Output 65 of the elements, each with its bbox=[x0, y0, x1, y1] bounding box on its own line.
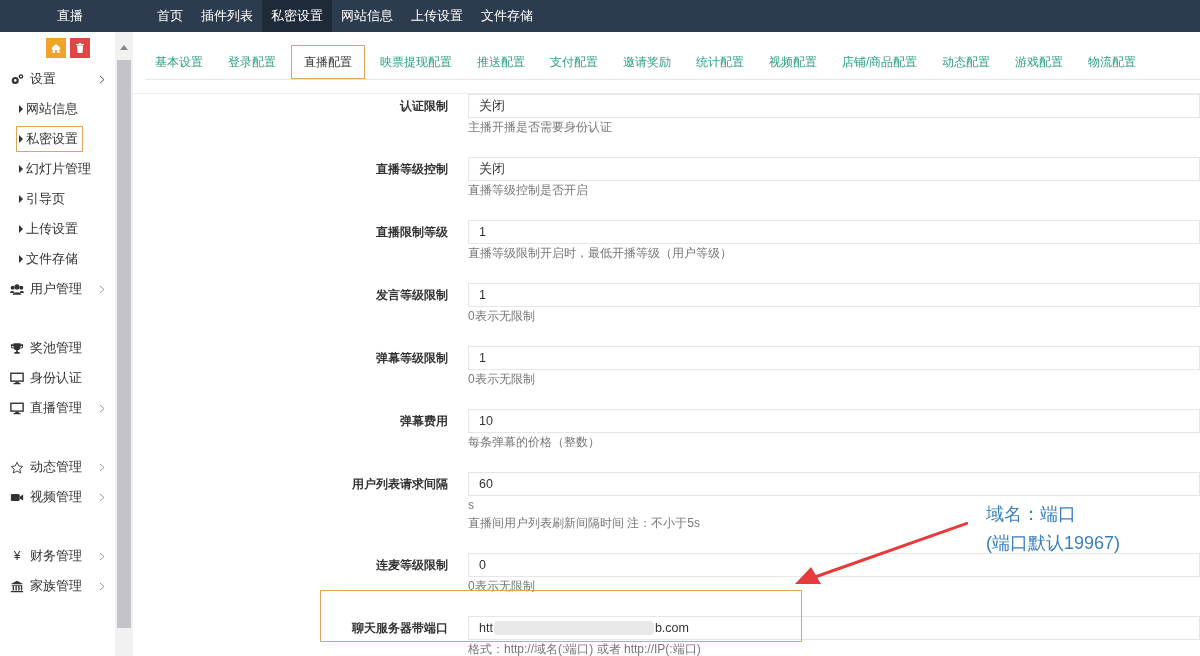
field-label: 发言等级限制 bbox=[375, 287, 448, 304]
help-text: 直播间用户列表刷新间隔时间 注：不小于5s bbox=[468, 515, 700, 532]
annotation-text: (端口默认19967) bbox=[986, 532, 1121, 555]
sidebar-item[interactable]: 直播管理 bbox=[0, 393, 115, 423]
settings-tab[interactable]: 基本设置 bbox=[145, 45, 213, 79]
field-label: 聊天服务器带端口 bbox=[350, 620, 448, 637]
brand-title: 直播 bbox=[56, 7, 84, 25]
field-label: 弹幕等级限制 bbox=[375, 350, 448, 367]
sidebar-subitem[interactable]: 幻灯片管理 bbox=[16, 156, 96, 182]
input-field[interactable]: 0 bbox=[468, 553, 1200, 577]
settings-tab[interactable]: 动态配置 bbox=[932, 45, 1001, 79]
help-text: 每条弹幕的价格（整数） bbox=[468, 434, 600, 451]
sidebar-item[interactable]: 奖池管理 bbox=[0, 333, 115, 363]
nav-tab[interactable]: 插件列表 bbox=[192, 0, 262, 32]
input-field[interactable]: 1 bbox=[468, 283, 1200, 307]
settings-tab[interactable]: 邀请奖励 bbox=[613, 45, 681, 79]
sidebar-item[interactable]: ¥ 财务管理 bbox=[0, 541, 115, 571]
settings-tab[interactable]: 推送配置 bbox=[467, 45, 535, 79]
settings-tab[interactable]: 登录配置 bbox=[218, 45, 286, 79]
input-field[interactable]: htt b.com bbox=[468, 616, 1200, 640]
help-text: 格式：http://域名(:端口) 或者 http://IP(:端口) bbox=[468, 641, 701, 656]
settings-tab[interactable]: 映票提现配置 bbox=[370, 45, 462, 79]
yen-icon: ¥ bbox=[10, 549, 24, 563]
nav-tab[interactable]: 私密设置 bbox=[262, 0, 332, 32]
sidebar-subitem[interactable]: 上传设置 bbox=[16, 216, 83, 242]
sidebar-subitem[interactable]: 引导页 bbox=[16, 186, 70, 212]
input-field[interactable]: 60 bbox=[468, 472, 1200, 496]
sidebar-subitem[interactable]: 网站信息 bbox=[16, 96, 83, 122]
field-label: 连麦等级限制 bbox=[375, 557, 448, 574]
sidebar-item[interactable]: 家族管理 bbox=[0, 571, 115, 601]
input-field[interactable]: 关闭 bbox=[468, 157, 1200, 181]
sidebar-subitem[interactable]: 私密设置 bbox=[16, 126, 83, 152]
input-field[interactable]: 1 bbox=[468, 220, 1200, 244]
input-field[interactable]: 10 bbox=[468, 409, 1200, 433]
nav-tab[interactable]: 网站信息 bbox=[332, 0, 402, 32]
nav-tab[interactable]: 上传设置 bbox=[402, 0, 472, 32]
help-text: 0表示无限制 bbox=[468, 371, 535, 388]
sidebar-item[interactable]: 设置 bbox=[0, 64, 115, 94]
field-label: 直播限制等级 bbox=[375, 224, 448, 241]
settings-tab[interactable]: 直播配置 bbox=[291, 45, 365, 79]
help-text: 直播等级控制是否开启 bbox=[468, 182, 588, 199]
settings-tab[interactable]: 物流配置 bbox=[1078, 45, 1147, 79]
field-label: 直播等级控制 bbox=[375, 161, 448, 178]
input-field[interactable]: 1 bbox=[468, 346, 1200, 370]
unit-text: s bbox=[468, 497, 474, 514]
field-label: 用户列表请求间隔 bbox=[351, 476, 448, 493]
nav-tab[interactable]: 文件存储 bbox=[472, 0, 542, 32]
nav-tab[interactable]: 首页 bbox=[148, 0, 192, 32]
settings-tab[interactable]: 视频配置 bbox=[759, 45, 827, 79]
settings-tab[interactable]: 支付配置 bbox=[540, 45, 608, 79]
settings-tab[interactable]: 统计配置 bbox=[686, 45, 754, 79]
annotation-text: 域名：端口 bbox=[986, 503, 1077, 526]
help-text: 主播开播是否需要身份认证 bbox=[468, 119, 612, 136]
help-text: 0表示无限制 bbox=[468, 308, 535, 325]
input-field[interactable]: 关闭 bbox=[468, 94, 1200, 118]
sidebar-item[interactable]: 用户管理 bbox=[0, 274, 115, 304]
field-label: 认证限制 bbox=[398, 98, 448, 115]
sidebar-item[interactable]: 身份认证 bbox=[0, 363, 115, 393]
field-label: 弹幕费用 bbox=[399, 413, 448, 430]
settings-tab[interactable]: 游戏配置 bbox=[1005, 45, 1074, 79]
sidebar-item[interactable]: 视频管理 bbox=[0, 482, 115, 512]
settings-tab[interactable]: 店铺/商品配置 bbox=[832, 45, 928, 79]
sidebar-subitem[interactable]: 文件存储 bbox=[16, 246, 83, 272]
help-text: 直播等级限制开启时，最低开播等级（用户等级） bbox=[468, 245, 732, 262]
sidebar-item[interactable]: 动态管理 bbox=[0, 452, 115, 482]
